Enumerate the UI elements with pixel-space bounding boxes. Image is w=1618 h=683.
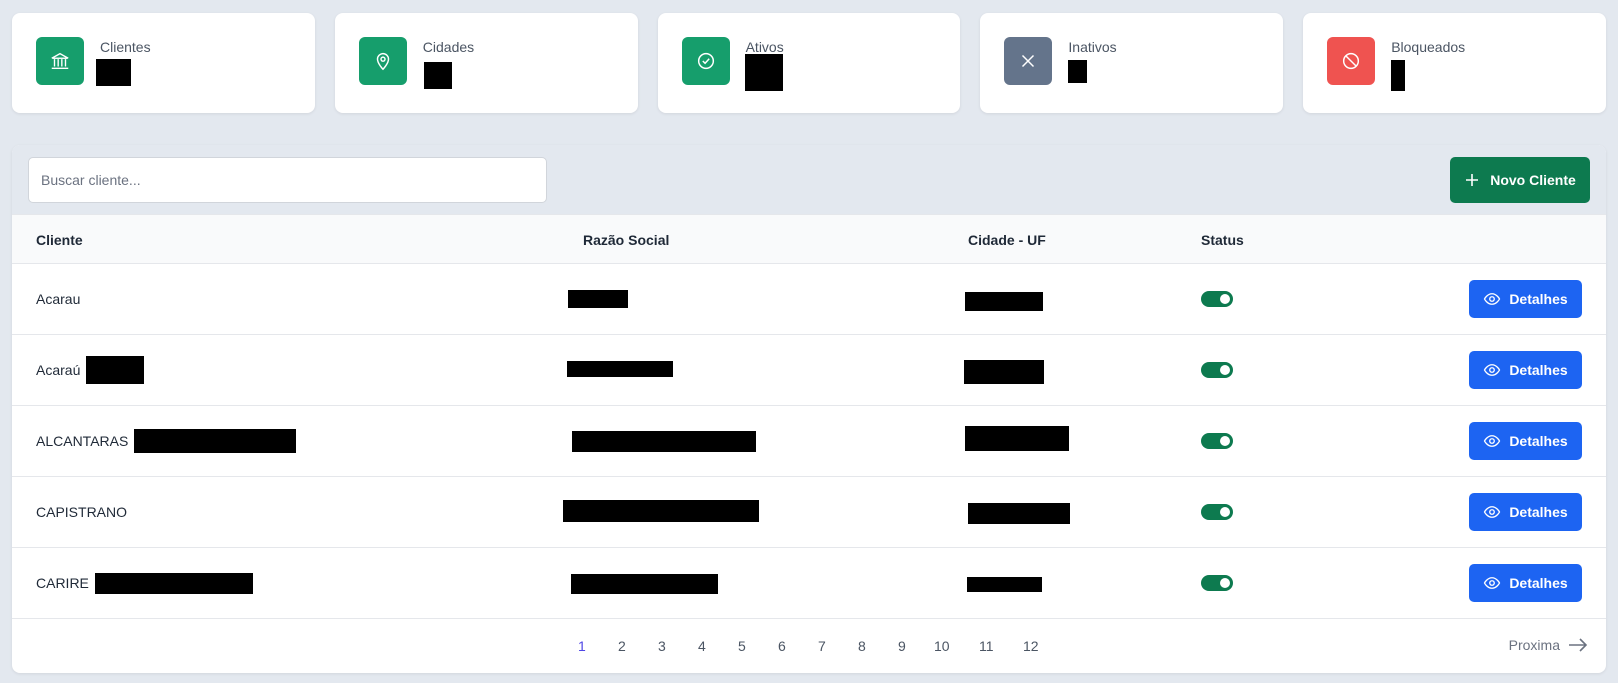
page-11[interactable]: 11 <box>979 638 994 654</box>
client-name-cell: Acaraú <box>36 335 145 405</box>
eye-icon <box>1484 577 1501 589</box>
header-status: Status <box>1201 232 1244 248</box>
redacted-razao-social <box>572 431 756 452</box>
details-button[interactable]: Detalhes <box>1469 351 1582 389</box>
map-pin-icon <box>358 37 407 85</box>
details-label: Detalhes <box>1509 575 1568 591</box>
table-row: CARIRE Detalhes <box>12 548 1606 619</box>
stat-label: Cidades <box>422 39 475 55</box>
details-button[interactable]: Detalhes <box>1469 280 1582 318</box>
details-label: Detalhes <box>1509 362 1568 378</box>
page-10[interactable]: 10 <box>934 638 950 654</box>
redacted-razao-social <box>567 361 673 377</box>
page-9[interactable]: 9 <box>898 638 906 654</box>
client-name-cell: Acarau <box>36 264 80 334</box>
status-toggle[interactable] <box>1201 433 1233 449</box>
eye-icon <box>1484 506 1501 518</box>
details-label: Detalhes <box>1509 504 1568 520</box>
page-5[interactable]: 5 <box>738 638 746 654</box>
page-12[interactable]: 12 <box>1023 638 1039 654</box>
clients-panel: Novo Cliente Cliente Razão Social Cidade… <box>12 145 1606 673</box>
redacted-razao-social <box>568 290 628 308</box>
redacted-cidade <box>967 577 1042 592</box>
x-icon <box>1004 37 1053 85</box>
redacted-cidade <box>968 503 1070 524</box>
redacted-value <box>96 59 131 86</box>
redacted-razao-social <box>563 500 759 522</box>
table-row: Acarau Detalhes <box>12 264 1606 335</box>
page-7[interactable]: 7 <box>818 638 826 654</box>
client-name: CARIRE <box>36 575 89 591</box>
stat-card-cidades: Cidades <box>334 13 638 113</box>
stat-card-clientes: Clientes <box>12 13 315 113</box>
page-1[interactable]: 1 <box>578 638 586 654</box>
page-4[interactable]: 4 <box>698 638 706 654</box>
stat-label: Inativos <box>1068 39 1117 55</box>
stat-label: Ativos <box>745 39 784 55</box>
status-toggle[interactable] <box>1201 362 1233 378</box>
stats-bar: Clientes Cidades Ativos Inativos Bloquea… <box>12 13 1606 113</box>
page-6[interactable]: 6 <box>778 638 786 654</box>
search-input[interactable] <box>28 157 547 203</box>
client-name: Acaraú <box>36 362 81 378</box>
redacted-value <box>1391 60 1406 91</box>
pagination: 1 2 3 4 5 6 7 8 9 10 11 12 Proxima <box>12 618 1606 673</box>
status-toggle[interactable] <box>1201 504 1233 520</box>
stat-card-ativos: Ativos <box>657 13 961 113</box>
redacted-value <box>423 62 452 89</box>
status-toggle[interactable] <box>1201 575 1233 591</box>
check-circle-icon <box>681 37 730 85</box>
client-name-cell: CARIRE <box>36 548 253 618</box>
client-name-cell: CAPISTRANO <box>36 477 127 547</box>
redacted-value <box>1068 60 1088 83</box>
redacted-client-suffix <box>94 572 253 594</box>
header-cliente: Cliente <box>36 232 83 248</box>
new-client-label: Novo Cliente <box>1490 172 1576 188</box>
new-client-button[interactable]: Novo Cliente <box>1450 157 1590 203</box>
details-button[interactable]: Detalhes <box>1469 493 1582 531</box>
stat-label: Bloqueados <box>1391 39 1466 55</box>
stat-card-bloqueados: Bloqueados <box>1303 13 1606 113</box>
arrow-right-icon <box>1569 638 1588 652</box>
details-button[interactable]: Detalhes <box>1469 564 1582 602</box>
toolbar: Novo Cliente <box>12 145 1606 215</box>
redacted-cidade <box>964 360 1044 384</box>
page-8[interactable]: 8 <box>858 638 866 654</box>
page-2[interactable]: 2 <box>618 638 626 654</box>
table-row: Acaraú Detalhes <box>12 335 1606 406</box>
details-label: Detalhes <box>1509 433 1568 449</box>
table-row: ALCANTARAS Detalhes <box>12 406 1606 477</box>
stat-label: Clientes <box>100 39 151 55</box>
details-label: Detalhes <box>1509 291 1568 307</box>
client-name-cell: ALCANTARAS <box>36 406 297 476</box>
redacted-cidade <box>965 426 1069 451</box>
redacted-cidade <box>965 292 1043 311</box>
eye-icon <box>1484 293 1501 305</box>
redacted-value <box>744 54 783 91</box>
redacted-client-suffix <box>86 356 145 384</box>
stat-card-inativos: Inativos <box>980 13 1284 113</box>
plus-icon <box>1466 174 1479 186</box>
client-name: ALCANTARAS <box>36 433 129 449</box>
status-toggle[interactable] <box>1201 291 1233 307</box>
redacted-razao-social <box>571 574 718 594</box>
page-3[interactable]: 3 <box>658 638 666 654</box>
client-name: Acarau <box>36 291 81 307</box>
next-page-button[interactable]: Proxima <box>1509 637 1588 653</box>
redacted-client-suffix <box>134 429 297 453</box>
header-cidade-uf: Cidade - UF <box>968 232 1046 248</box>
eye-icon <box>1484 435 1501 447</box>
details-button[interactable]: Detalhes <box>1469 422 1582 460</box>
header-razao-social: Razão Social <box>583 232 670 248</box>
client-name: CAPISTRANO <box>36 504 128 520</box>
table-row: CAPISTRANO Detalhes <box>12 477 1606 548</box>
bank-icon <box>36 37 84 85</box>
eye-icon <box>1484 364 1501 376</box>
ban-icon <box>1327 37 1376 85</box>
next-page-label: Proxima <box>1508 637 1560 653</box>
table-header: Cliente Razão Social Cidade - UF Status <box>12 215 1606 264</box>
